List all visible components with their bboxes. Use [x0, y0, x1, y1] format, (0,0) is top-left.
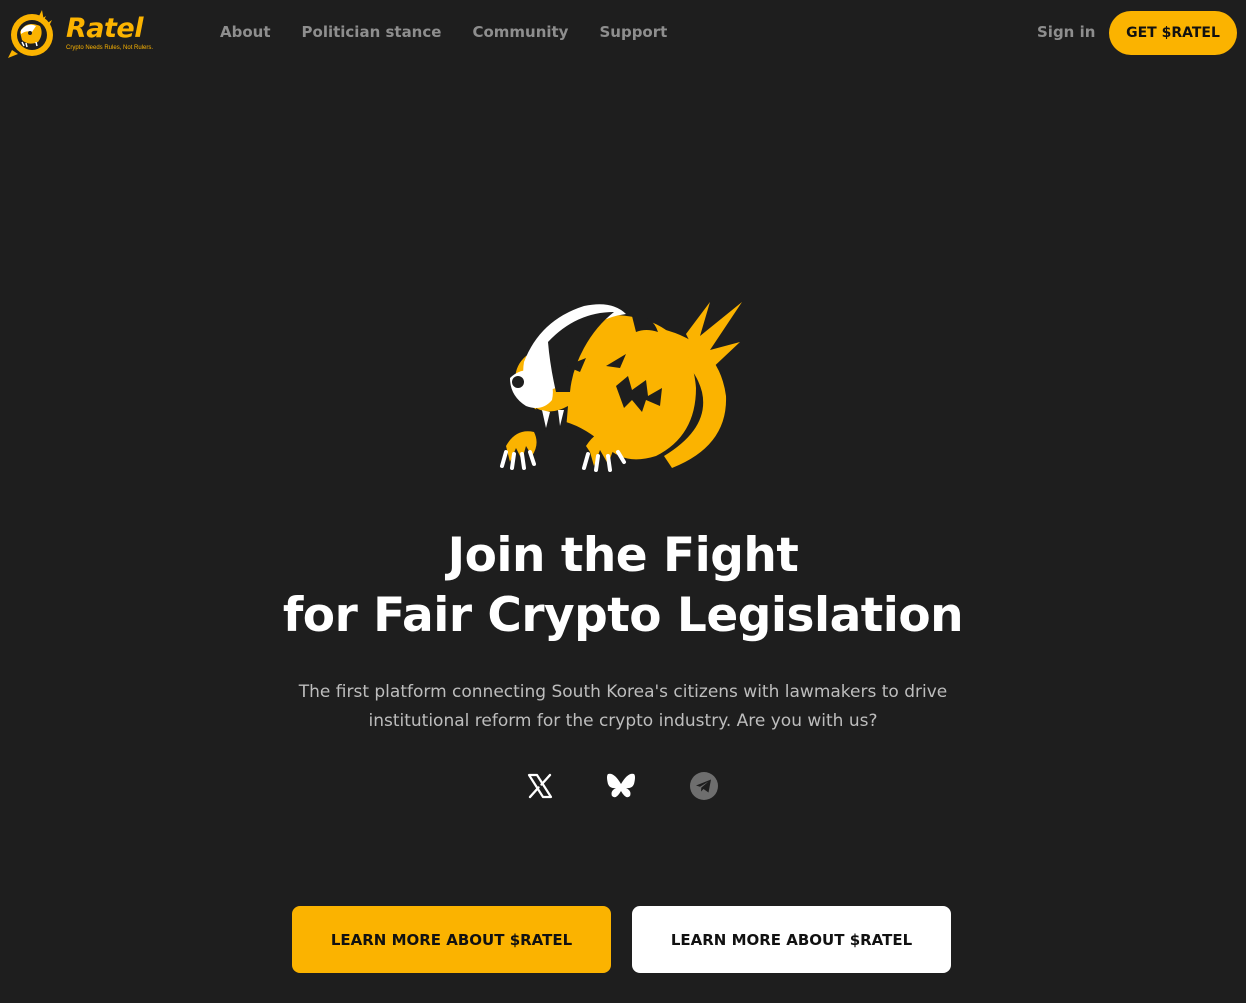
logo-tagline: Crypto Needs Rules, Not Rulers.: [66, 44, 154, 51]
bluesky-icon[interactable]: [601, 766, 641, 806]
learn-more-secondary-button[interactable]: LEARN MORE ABOUT $RATEL: [632, 906, 951, 973]
honey-badger-mascot-icon: [500, 302, 742, 472]
telegram-glyph: [690, 772, 718, 800]
main-nav: About Politician stance Community Suppor…: [220, 22, 667, 42]
logo-link[interactable]: Ratel Crypto Needs Rules, Not Rulers.: [6, 6, 156, 60]
nav-item-support[interactable]: Support: [599, 22, 667, 42]
x-logo-glyph: [527, 773, 553, 799]
ratel-logo-icon: [8, 10, 53, 58]
x-icon[interactable]: [520, 766, 560, 806]
learn-more-primary-button[interactable]: LEARN MORE ABOUT $RATEL: [292, 906, 611, 973]
get-ratel-button[interactable]: GET $RATEL: [1109, 11, 1237, 55]
telegram-icon[interactable]: [684, 766, 724, 806]
social-links: [520, 766, 730, 806]
hero-title-line-2: for Fair Crypto Legislation: [282, 588, 964, 643]
logo-text: Ratel Crypto Needs Rules, Not Rulers.: [66, 12, 154, 52]
hero-title-line-1: Join the Fight: [447, 528, 799, 583]
page: Ratel Crypto Needs Rules, Not Rulers. Ab…: [0, 0, 1246, 1003]
logo-wordmark: Ratel: [66, 12, 143, 44]
nav-item-community[interactable]: Community: [472, 22, 568, 42]
sign-in-link[interactable]: Sign in: [1037, 22, 1095, 42]
butterfly-glyph: [607, 773, 635, 798]
nav-item-politician-stance[interactable]: Politician stance: [302, 22, 442, 42]
hero-subtitle: The first platform connecting South Kore…: [298, 682, 948, 731]
site-header: Ratel Crypto Needs Rules, Not Rulers. Ab…: [0, 0, 1246, 66]
nav-item-about[interactable]: About: [220, 22, 271, 42]
hero-title: Join the Fight for Fair Crypto Legislati…: [0, 526, 1246, 646]
